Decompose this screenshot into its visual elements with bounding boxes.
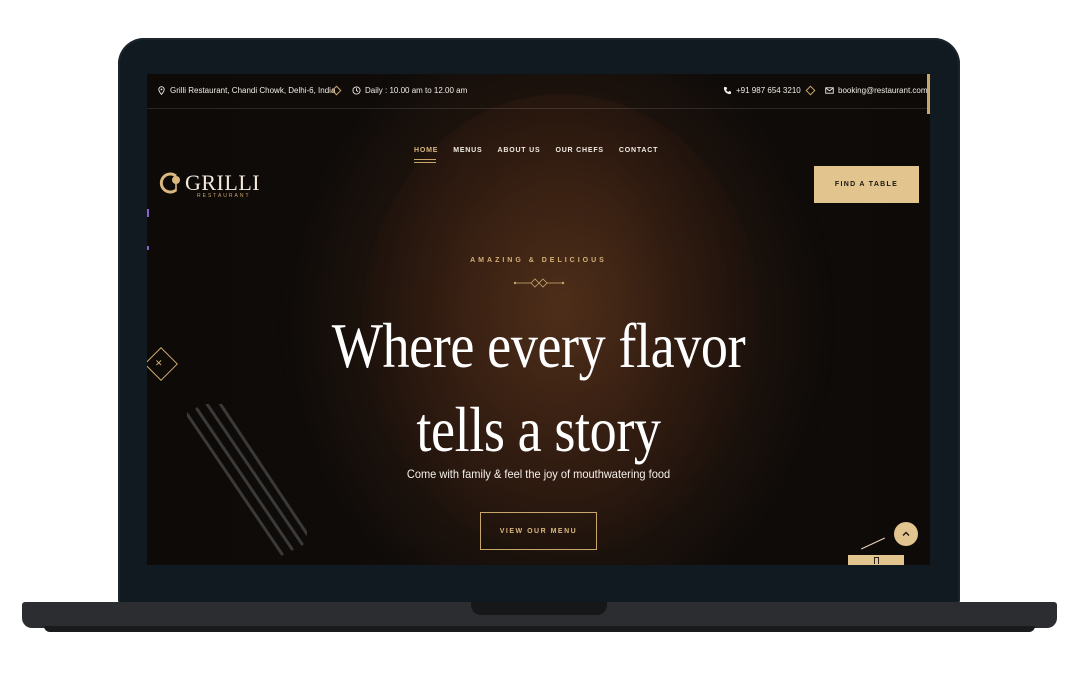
phone-text[interactable]: +91 987 654 3210 xyxy=(736,86,801,95)
headline-line-1: Where every flavor xyxy=(331,311,746,381)
phone-icon xyxy=(723,86,732,95)
ornament-divider-icon xyxy=(513,278,565,288)
corner-card xyxy=(848,555,904,565)
hero-headline: Where every flavor tells a story xyxy=(202,304,875,472)
nav-menus[interactable]: MENUS xyxy=(453,147,482,154)
screen: Grilli Restaurant, Chandi Chowk, Delhi-6… xyxy=(147,74,930,565)
headline-line-2: tells a story xyxy=(416,395,661,465)
logo-name: GRILLI xyxy=(185,170,261,195)
cross-icon: ✕ xyxy=(155,359,163,369)
logo[interactable]: GRILLI RESTAURANT xyxy=(159,170,261,199)
address-text: Grilli Restaurant, Chandi Chowk, Delhi-6… xyxy=(170,86,336,95)
nav-contact[interactable]: CONTACT xyxy=(619,147,658,154)
laptop-notch xyxy=(471,602,607,615)
nav-about-us[interactable]: ABOUT US xyxy=(497,147,540,154)
logo-tagline: RESTAURANT xyxy=(197,193,251,199)
view-our-menu-button[interactable]: VIEW OUR MENU xyxy=(480,512,597,550)
mail-icon xyxy=(825,86,834,95)
find-a-table-button[interactable]: FIND A TABLE xyxy=(814,166,919,203)
main-nav: HOME MENUS ABOUT US OUR CHEFS CONTACT xyxy=(414,147,658,160)
nav-our-chefs[interactable]: OUR CHEFS xyxy=(555,147,603,154)
clock-icon xyxy=(352,86,361,95)
phone-link[interactable]: +91 987 654 3210 xyxy=(723,86,801,95)
chevron-up-icon xyxy=(902,531,910,536)
top-info-bar: Grilli Restaurant, Chandi Chowk, Delhi-6… xyxy=(147,74,930,114)
logo-mark-icon xyxy=(159,172,180,194)
hero-eyebrow: AMAZING & DELICIOUS xyxy=(470,257,607,264)
map-pin-icon xyxy=(157,86,166,95)
nav-home[interactable]: HOME xyxy=(414,147,438,160)
opening-hours: Daily : 10.00 am to 12.00 am xyxy=(352,86,467,95)
gold-edge-tab xyxy=(927,74,930,114)
hero-subtitle: Come with family & feel the joy of mouth… xyxy=(406,467,671,481)
email-text[interactable]: booking@restaurant.com xyxy=(838,86,928,95)
address: Grilli Restaurant, Chandi Chowk, Delhi-6… xyxy=(157,86,335,95)
laptop-foot xyxy=(44,626,1035,632)
email-link[interactable]: booking@restaurant.com xyxy=(825,86,928,95)
back-to-top-button[interactable] xyxy=(894,522,918,546)
hours-text: Daily : 10.00 am to 12.00 am xyxy=(365,86,468,95)
separator-diamond xyxy=(805,85,816,96)
